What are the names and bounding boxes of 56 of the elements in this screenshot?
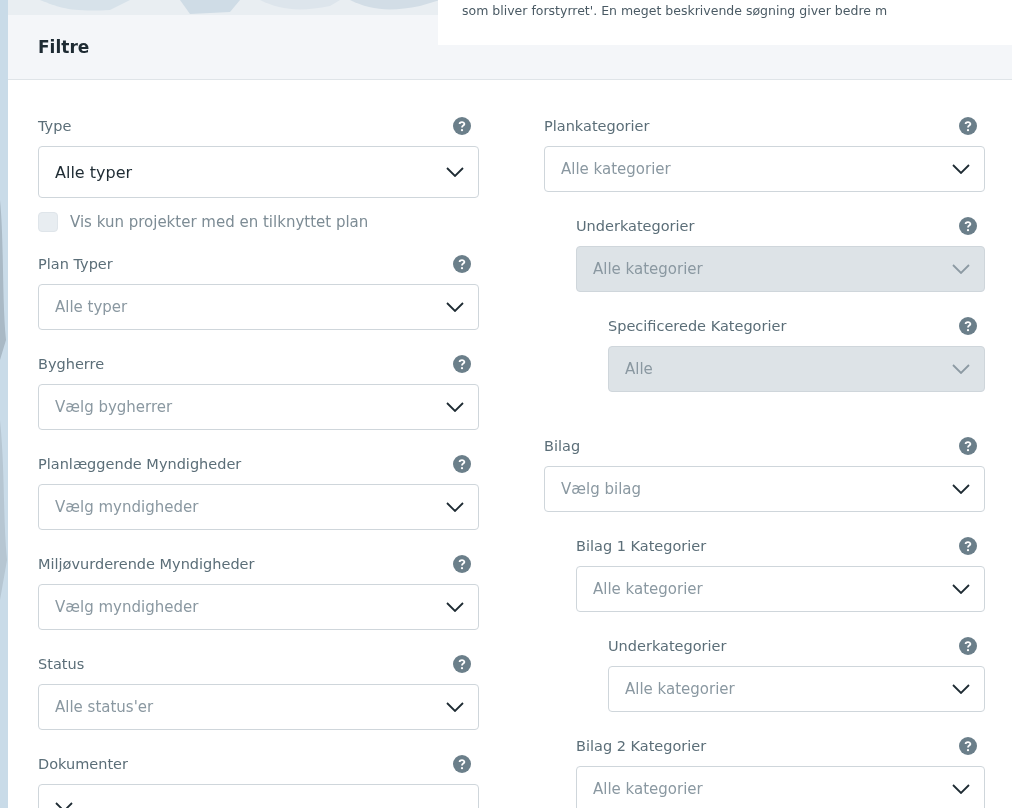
field-label: Bilag 1 Kategorier xyxy=(576,538,707,554)
field-label: Type xyxy=(38,118,72,134)
field-label: Bilag 2 Kategorier xyxy=(576,738,707,754)
help-icon[interactable] xyxy=(959,317,977,335)
dropdown-field[interactable]: Alle kategorier xyxy=(576,766,985,808)
help-icon[interactable] xyxy=(453,555,471,573)
help-icon[interactable] xyxy=(453,755,471,773)
dropdown-field[interactable]: Alle typer xyxy=(38,284,479,330)
field-label: Underkategorier xyxy=(576,218,695,234)
field-label: Plankategorier xyxy=(544,118,650,134)
help-icon[interactable] xyxy=(959,537,977,555)
help-icon[interactable] xyxy=(453,117,471,135)
dropdown-field[interactable]: Vælg myndigheder xyxy=(38,484,479,530)
chevron-icon xyxy=(446,402,464,412)
dropdown-field[interactable]: Vælg bilag xyxy=(544,466,985,512)
field-label: Bygherre xyxy=(38,356,105,372)
chevron-icon xyxy=(952,484,970,494)
chevron-icon xyxy=(952,264,970,274)
notice-text: som bliver forstyrret'. En meget beskrivende søgning giver bedre m xyxy=(461,2,889,18)
help-icon[interactable] xyxy=(453,655,471,673)
dropdown-field[interactable]: Alle typer xyxy=(38,146,479,198)
checkbox[interactable] xyxy=(38,212,58,232)
chevron-icon xyxy=(446,602,464,612)
help-icon[interactable] xyxy=(453,255,471,273)
field-label: Underkategorier xyxy=(608,638,727,654)
chevron-icon xyxy=(446,167,464,177)
dropdown-field[interactable]: Vælg myndigheder xyxy=(38,584,479,630)
chevron-icon xyxy=(446,302,464,312)
checkbox-label: Vis kun projekter med en tilknyttet plan xyxy=(70,213,369,231)
help-icon[interactable] xyxy=(959,117,977,135)
help-icon[interactable] xyxy=(959,437,977,455)
dropdown-field[interactable]: Alle kategorier xyxy=(544,146,985,192)
dropdown-field[interactable]: Alle kategorier xyxy=(576,566,985,612)
chevron-icon xyxy=(446,502,464,512)
help-icon[interactable] xyxy=(959,637,977,655)
field-label: Dokumenter xyxy=(38,756,128,772)
field-label: Planlæggende Myndigheder xyxy=(38,456,242,472)
field-label: Bilag xyxy=(544,438,581,454)
dropdown-field[interactable]: Alle status'er xyxy=(38,684,479,730)
dropdown-field[interactable]: Alle kategorier xyxy=(608,666,985,712)
chevron-icon xyxy=(952,684,970,694)
chevron-icon xyxy=(446,702,464,712)
modal-title: Filtre xyxy=(38,37,90,57)
dropdown-field[interactable]: Vælg bygherrer xyxy=(38,384,479,430)
chevron-icon xyxy=(952,584,970,594)
field-label: Status xyxy=(38,656,85,672)
help-icon[interactable] xyxy=(959,217,977,235)
help-icon[interactable] xyxy=(453,355,471,373)
help-icon[interactable] xyxy=(453,455,471,473)
field-label: Miljøvurderende Myndigheder xyxy=(38,556,255,572)
field-label: Plan Typer xyxy=(38,256,113,272)
chevron-icon xyxy=(952,784,970,794)
chevron-icon xyxy=(952,364,970,374)
chevron-icon xyxy=(952,164,970,174)
help-icon[interactable] xyxy=(959,737,977,755)
field-label: Specificerede Kategorier xyxy=(608,318,787,334)
